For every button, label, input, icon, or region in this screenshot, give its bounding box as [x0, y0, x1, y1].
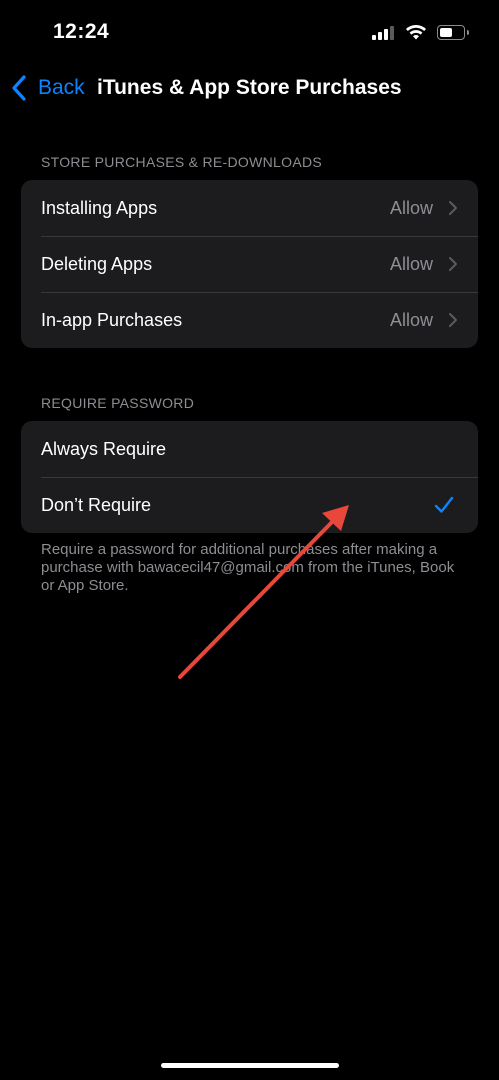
home-indicator[interactable] [161, 1063, 339, 1068]
row-label: Always Require [41, 438, 167, 459]
back-button[interactable]: Back [10, 74, 85, 102]
chevron-left-icon [12, 75, 26, 101]
chevron-right-icon [449, 313, 457, 327]
in-app-purchases-row[interactable]: In-app Purchases Allow [21, 292, 478, 348]
deleting-apps-row[interactable]: Deleting Apps Allow [21, 236, 478, 292]
dont-require-row[interactable]: Don’t Require [21, 477, 478, 533]
always-require-row[interactable]: Always Require [21, 421, 478, 477]
row-value: Allow [389, 253, 433, 274]
password-footer-note: Require a password for additional purcha… [41, 541, 455, 594]
chevron-right-icon [449, 201, 457, 215]
battery-icon [437, 24, 469, 40]
page-title: iTunes & App Store Purchases [97, 76, 402, 99]
store-section-header: STORE PURCHASES & RE-DOWNLOADS [41, 154, 323, 170]
checkmark-icon [434, 496, 454, 513]
store-purchases-group: Installing Apps Allow Deleting Apps Allo… [21, 180, 478, 348]
chevron-right-icon [449, 257, 457, 271]
navigation-bar: Back iTunes & App Store Purchases [0, 66, 499, 112]
row-label: Deleting Apps [41, 253, 153, 274]
row-label: Don’t Require [41, 494, 152, 515]
back-button-label: Back [38, 76, 85, 99]
wifi-icon [406, 25, 426, 40]
row-label: Installing Apps [41, 197, 158, 218]
signal-icon [372, 24, 396, 40]
require-password-group: Always Require Don’t Require [21, 421, 478, 533]
row-value: Allow [389, 197, 433, 218]
row-label: In-app Purchases [41, 309, 183, 330]
status-time: 12:24 [53, 20, 110, 43]
password-section-header: REQUIRE PASSWORD [41, 395, 195, 411]
installing-apps-row[interactable]: Installing Apps Allow [21, 180, 478, 236]
status-icons [372, 24, 469, 40]
row-value: Allow [389, 309, 433, 330]
status-bar: 12:24 [0, 0, 499, 60]
